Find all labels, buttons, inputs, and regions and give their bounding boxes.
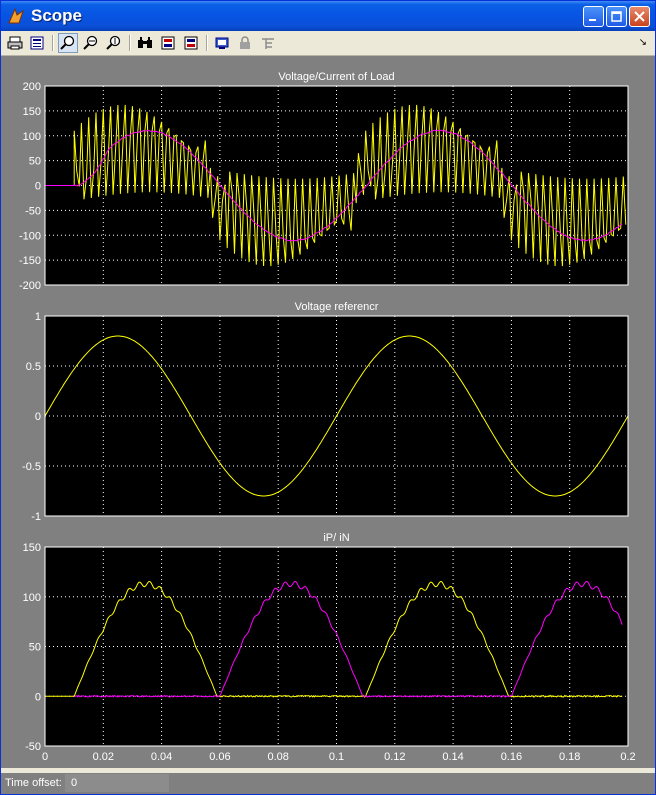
maximize-icon xyxy=(611,11,622,22)
y-tick-label: 50 xyxy=(29,642,41,654)
x-tick-label: 0.12 xyxy=(384,751,405,763)
y-tick-label: 50 xyxy=(29,156,41,168)
save-axes-button[interactable] xyxy=(158,33,178,53)
time-offset-value: 0 xyxy=(71,777,77,789)
floating-scope-button[interactable] xyxy=(212,33,232,53)
zoom-button[interactable] xyxy=(58,33,78,53)
time-offset-field xyxy=(65,774,169,792)
time-offset-label: Time offset: xyxy=(5,777,62,789)
window-title: Scope xyxy=(31,6,82,26)
axes-1[interactable]: Voltage/Current of Load -200 -150 -100 -50 0 5… xyxy=(19,71,628,292)
print-icon xyxy=(7,35,23,51)
y-tick-label: -50 xyxy=(25,205,41,217)
y-tick-label: 0 xyxy=(35,181,41,193)
minimize-button[interactable] xyxy=(583,6,604,27)
parameters-icon xyxy=(29,35,45,51)
y-tick-label: 200 xyxy=(23,81,41,93)
scope-window: Scope ↘ Voltage/Current of Load -200 -15… xyxy=(0,0,656,795)
toolbar-separator xyxy=(52,35,54,51)
y-tick-label: 0.5 xyxy=(26,361,41,373)
axes-3[interactable]: iP/ iN-500501001500 0.02 0.04 0.06 0.08 0.1 0.… xyxy=(23,532,636,763)
signal-selection-icon xyxy=(260,35,276,51)
lock-button[interactable] xyxy=(235,33,255,53)
zoom-x-icon xyxy=(83,35,99,51)
y-tick-label: 100 xyxy=(23,131,41,143)
zoom-y-button[interactable] xyxy=(104,33,124,53)
x-tick-label: 0.02 xyxy=(93,751,114,763)
scope-app-icon xyxy=(7,7,25,25)
y-tick-label: 0 xyxy=(35,691,41,703)
maximize-button[interactable] xyxy=(606,6,627,27)
y-tick-label: -200 xyxy=(19,280,41,292)
y-tick-label: -150 xyxy=(19,255,41,267)
y-tick-label: -50 xyxy=(25,741,41,753)
zoom-y-icon xyxy=(106,35,122,51)
toolbar: ↘ xyxy=(1,31,655,56)
x-tick-label: 0.14 xyxy=(442,751,463,763)
restore-axes-button[interactable] xyxy=(181,33,201,53)
axes-2[interactable]: Voltage referencr -1 -0.5 0 0.5 1 xyxy=(22,301,628,523)
axes-title: Voltage referencr xyxy=(295,301,379,313)
x-tick-label: 0.18 xyxy=(559,751,580,763)
y-tick-label: -100 xyxy=(19,230,41,242)
toolbar-overflow-icon[interactable]: ↘ xyxy=(639,37,647,48)
minimize-icon xyxy=(588,11,599,22)
close-icon xyxy=(634,11,645,22)
lock-icon xyxy=(237,35,253,51)
print-button[interactable] xyxy=(5,33,25,53)
save-axes-icon xyxy=(160,35,176,51)
toolbar-separator xyxy=(129,35,131,51)
plot-area: Voltage/Current of Load -200 -150 -100 -50 0 5… xyxy=(1,56,655,768)
floating-scope-icon xyxy=(214,35,230,51)
status-bar: Time offset: 0 xyxy=(1,773,655,794)
y-tick-label: -1 xyxy=(31,511,41,523)
x-tick-label: 0 xyxy=(42,751,48,763)
title-bar[interactable]: Scope xyxy=(1,1,655,31)
y-tick-label: 150 xyxy=(23,106,41,118)
y-tick-label: 150 xyxy=(23,542,41,554)
y-tick-label: 1 xyxy=(35,311,41,323)
axes-title: Voltage/Current of Load xyxy=(278,71,394,83)
scope-plots: Voltage/Current of Load-200-150-100-5005… xyxy=(1,56,655,768)
zoom-icon xyxy=(60,35,76,51)
x-tick-label: 0.16 xyxy=(501,751,522,763)
restore-axes-icon xyxy=(183,35,199,51)
y-tick-label: 100 xyxy=(23,592,41,604)
close-button[interactable] xyxy=(629,6,650,27)
axes-background xyxy=(45,547,628,746)
signal-selection-button[interactable] xyxy=(258,33,278,53)
autoscale-button[interactable] xyxy=(135,33,155,53)
y-tick-label: -0.5 xyxy=(22,461,41,473)
x-tick-label: 0.1 xyxy=(329,751,344,763)
x-tick-label: 0.2 xyxy=(620,751,635,763)
axes-title: iP/ iN xyxy=(323,532,349,544)
x-tick-label: 0.04 xyxy=(151,751,172,763)
binoculars-icon xyxy=(137,35,153,51)
x-tick-label: 0.08 xyxy=(267,751,288,763)
toolbar-separator xyxy=(206,35,208,51)
y-tick-label: 0 xyxy=(35,411,41,423)
parameters-button[interactable] xyxy=(27,33,47,53)
x-tick-label: 0.06 xyxy=(209,751,230,763)
zoom-x-button[interactable] xyxy=(81,33,101,53)
